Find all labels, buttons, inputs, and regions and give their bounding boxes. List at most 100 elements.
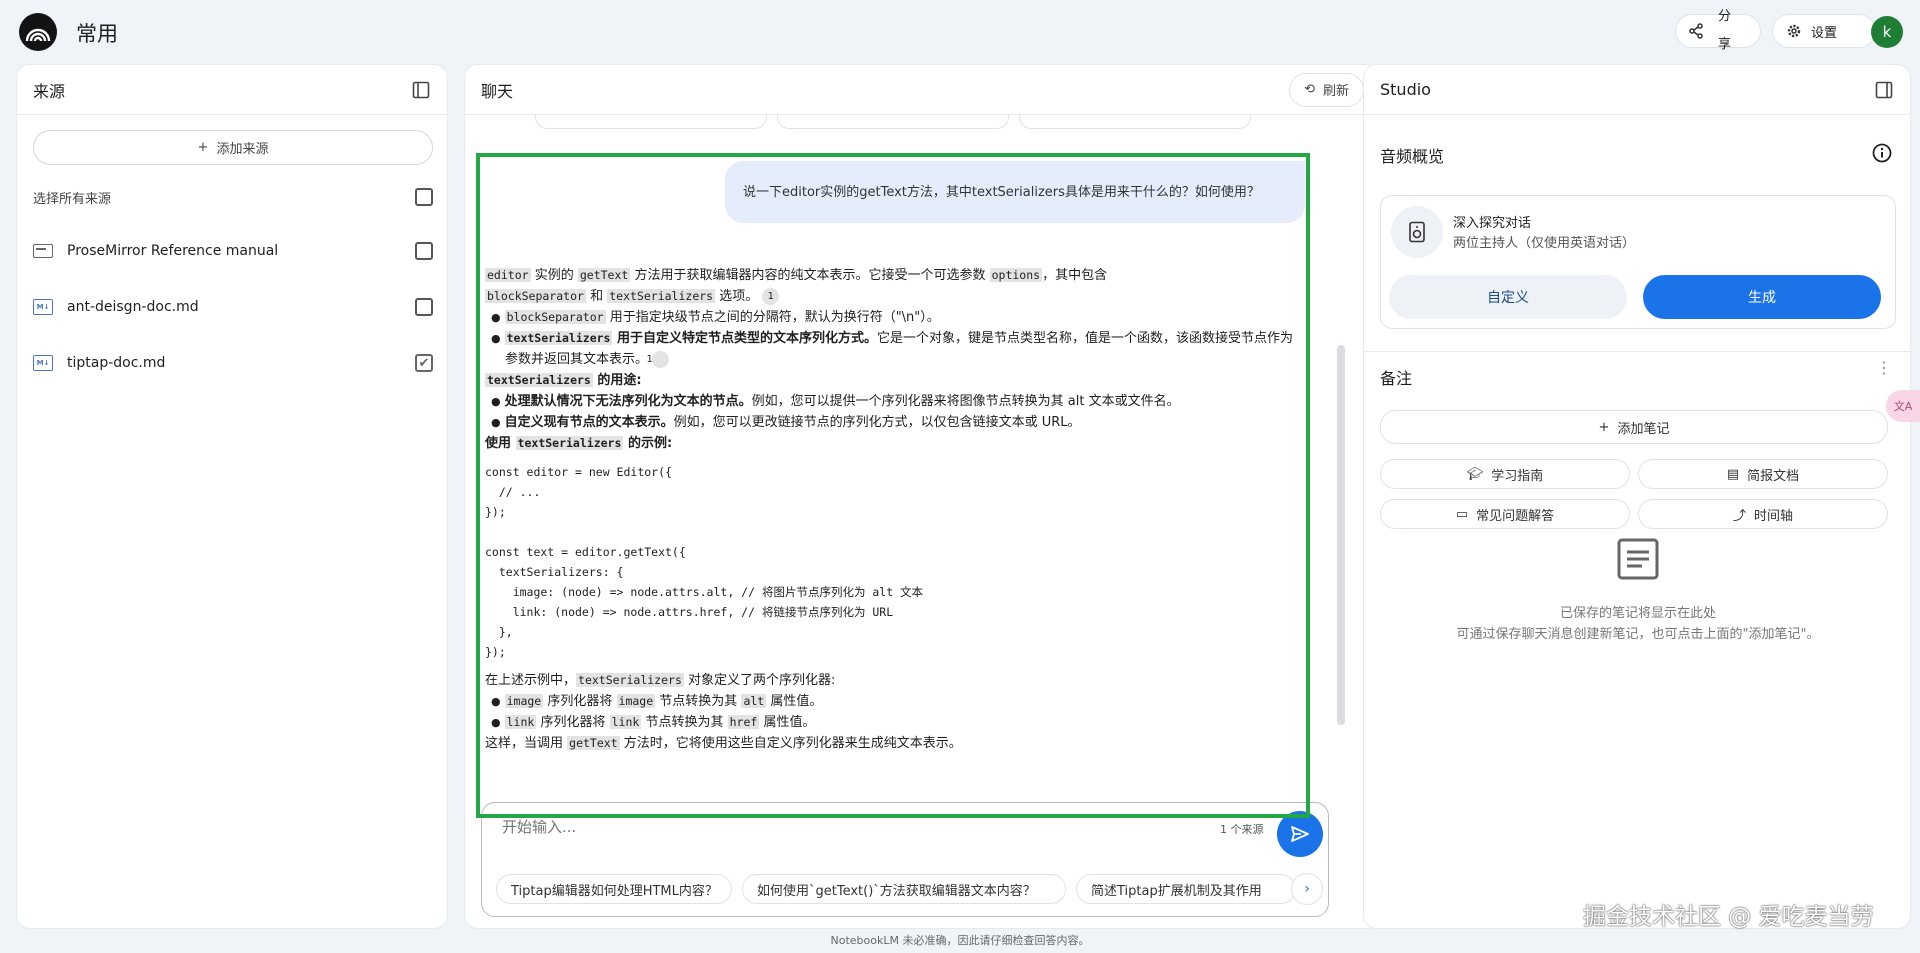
source-checkbox-checked[interactable]: ✔ (415, 354, 433, 372)
study-guide-button[interactable]: 🎓︎ 学习指南 (1380, 459, 1630, 489)
source-checkbox[interactable] (415, 298, 433, 316)
generate-button[interactable]: 生成 (1643, 275, 1881, 319)
note-button-label: 简报文档 (1747, 468, 1800, 484)
audio-overview-card: 深入探究对话 两位主持人（仅使用英语对话） 自定义 生成 (1380, 195, 1896, 329)
faq-button[interactable]: ▭ 常见问题解答 (1380, 499, 1630, 529)
translate-icon[interactable]: 文A (1886, 390, 1920, 422)
refresh-icon: ⟲ (1304, 82, 1315, 97)
chat-input[interactable] (502, 813, 1202, 841)
note-button-label: 常见问题解答 (1476, 508, 1555, 524)
notebooklm-logo[interactable] (19, 13, 57, 51)
suggestion-chip[interactable]: Tiptap编辑器如何处理HTML内容？ (496, 874, 732, 904)
answer-heading: 使用 textSerializers 的示例: (485, 436, 673, 451)
share-label: 分享 (1718, 9, 1732, 52)
suggestion-chip[interactable]: 简述Tiptap扩展机制及其作用 (1076, 874, 1296, 904)
avatar[interactable]: k (1871, 16, 1903, 48)
chat-panel: 聊天 ⟲ 刷新 说一下editor实例的getText方法，其中textSeri… (464, 64, 1381, 929)
source-name: ant-deisgn-doc.md (67, 299, 199, 315)
select-all-label: 选择所有来源 (33, 191, 112, 207)
source-checkbox[interactable] (415, 242, 433, 260)
select-all-checkbox[interactable] (415, 188, 433, 206)
inline-code: textSerializers (607, 289, 716, 303)
share-button[interactable]: 分享 (1675, 9, 1761, 52)
chat-title: 聊天 (481, 81, 514, 101)
inline-code: getText (577, 268, 631, 282)
timeline-button[interactable]: ⤴ 时间轴 (1638, 499, 1888, 529)
sources-panel: 来源 + 添加来源 选择所有来源 ProseMirror Reference m… (16, 64, 448, 929)
notebook-title[interactable]: 常用 (76, 18, 118, 48)
answer-heading: textSerializers 的用途: (485, 373, 642, 388)
info-icon[interactable] (1872, 143, 1892, 167)
settings-button[interactable]: 设置 (1772, 14, 1876, 48)
bullet-item: 处理默认情况下无法序列化为文本的节点。例如，您可以提供一个序列化器来将图像节点转… (485, 391, 1295, 412)
audio-card-subtitle: 两位主持人（仅使用英语对话） (1453, 236, 1636, 251)
suggestion-chip[interactable]: 如何使用`getText()`方法获取编辑器文本内容？ (742, 874, 1066, 904)
answer-text: 选项。 (719, 289, 759, 304)
bullet-item: textSerializers 用于自定义特定节点类型的文本序列化方式。它是一个… (485, 328, 1295, 370)
select-all-row: 选择所有来源 (33, 185, 433, 209)
suggestion-chip[interactable] (777, 115, 1009, 129)
chat-header: 聊天 ⟲ 刷新 (465, 65, 1380, 115)
source-name: ProseMirror Reference manual (67, 243, 279, 259)
suggestion-chip[interactable] (535, 115, 767, 129)
empty-state-line: 已保存的笔记将显示在此处 (1559, 606, 1716, 621)
sources-title: 来源 (33, 81, 66, 101)
plus-icon: + (1598, 419, 1610, 435)
add-source-label: 添加来源 (216, 142, 269, 157)
chat-messages: 说一下editor实例的getText方法，其中textSerializers具… (477, 153, 1307, 793)
send-button[interactable] (1277, 811, 1323, 857)
watermark: 掘金技术社区 @ 爱吃麦当劳 (1583, 904, 1874, 930)
notes-empty-state: 已保存的笔记将显示在此处 可通过保存聊天消息创建新笔记，也可点击上面的"添加笔记… (1364, 603, 1912, 645)
source-item[interactable]: M↓ ant-deisgn-doc.md (33, 293, 433, 321)
briefing-doc-button[interactable]: ▤ 简报文档 (1638, 459, 1888, 489)
more-vert-icon[interactable]: ⋮ (1876, 360, 1892, 376)
citation-badge[interactable]: 1 (647, 351, 670, 368)
citation-badge[interactable]: 1 (762, 288, 780, 305)
timeline-icon: ⤴ (1732, 508, 1746, 524)
source-item[interactable]: M↓ tiptap-doc.md ✔ (33, 349, 433, 377)
collapse-panel-icon[interactable] (1874, 80, 1894, 100)
answer-text: 方法用于获取编辑器内容的纯文本表示。它接受一个可选参数 (634, 268, 986, 283)
previous-suggestions (535, 115, 1251, 129)
faq-icon: ▭ (1455, 506, 1469, 522)
share-icon (1689, 23, 1703, 39)
inline-code: blockSeparator (485, 289, 586, 303)
notes-title: 备注 (1380, 369, 1413, 388)
source-count: 1 个来源 (1220, 823, 1264, 836)
speaker-icon (1391, 206, 1443, 258)
assistant-answer: editor 实例的 getText 方法用于获取编辑器内容的纯文本表示。它接受… (485, 265, 1295, 754)
add-note-label: 添加笔记 (1617, 421, 1670, 437)
plus-icon: + (197, 140, 209, 155)
source-name: tiptap-doc.md (67, 355, 166, 371)
bullet-item: blockSeparator 用于指定块级节点之间的分隔符，默认为换行符（"\n… (485, 307, 1295, 328)
bullet-item: link 序列化器将 link 节点转换为其 href 属性值。 (485, 712, 1295, 733)
add-note-button[interactable]: + 添加笔记 (1380, 410, 1888, 444)
answer-paragraph: 在上述示例中， textSerializers 对象定义了两个序列化器: (485, 673, 836, 688)
refresh-button[interactable]: ⟲ 刷新 (1289, 72, 1364, 107)
doc-icon: ▤ (1726, 466, 1740, 482)
settings-label: 设置 (1811, 25, 1838, 41)
add-source-button[interactable]: + 添加来源 (33, 130, 433, 165)
school-icon: 🎓︎ (1466, 466, 1484, 482)
source-item[interactable]: ProseMirror Reference manual (33, 237, 433, 265)
inline-code: options (989, 268, 1043, 282)
refresh-label: 刷新 (1322, 84, 1349, 99)
collapse-panel-icon[interactable] (411, 80, 431, 100)
chat-composer: 1 个来源 Tiptap编辑器如何处理HTML内容？ 如何使用`getText(… (481, 802, 1329, 917)
footer-disclaimer: NotebookLM 未必准确，因此请仔细检查回答内容。 (830, 934, 1090, 947)
answer-text: ，其中包含 (1042, 268, 1108, 283)
chevron-right-icon[interactable]: › (1291, 873, 1323, 905)
customize-button[interactable]: 自定义 (1389, 275, 1627, 319)
bullet-item: 自定义现有节点的文本表示。例如，您可以更改链接节点的序列化方式，以仅包含链接文本… (485, 412, 1295, 433)
markdown-icon: M↓ (33, 355, 53, 371)
chat-scrollbar[interactable] (1337, 345, 1345, 725)
suggestion-row: Tiptap编辑器如何处理HTML内容？ 如何使用`getText()`方法获取… (496, 874, 1296, 904)
suggestion-chip[interactable] (1019, 115, 1251, 129)
note-button-label: 时间轴 (1754, 508, 1794, 524)
bullet-item: image 序列化器将 image 节点转换为其 alt 属性值。 (485, 691, 1295, 712)
user-message: 说一下editor实例的getText方法，其中textSerializers具… (725, 161, 1305, 223)
studio-title: Studio (1380, 80, 1431, 99)
studio-header: Studio (1364, 65, 1910, 115)
sources-header: 来源 (17, 65, 447, 115)
studio-panel: Studio 音频概览 深入探究对话 两位主持人（仅使用英语对话） 自定义 生成… (1363, 64, 1912, 929)
